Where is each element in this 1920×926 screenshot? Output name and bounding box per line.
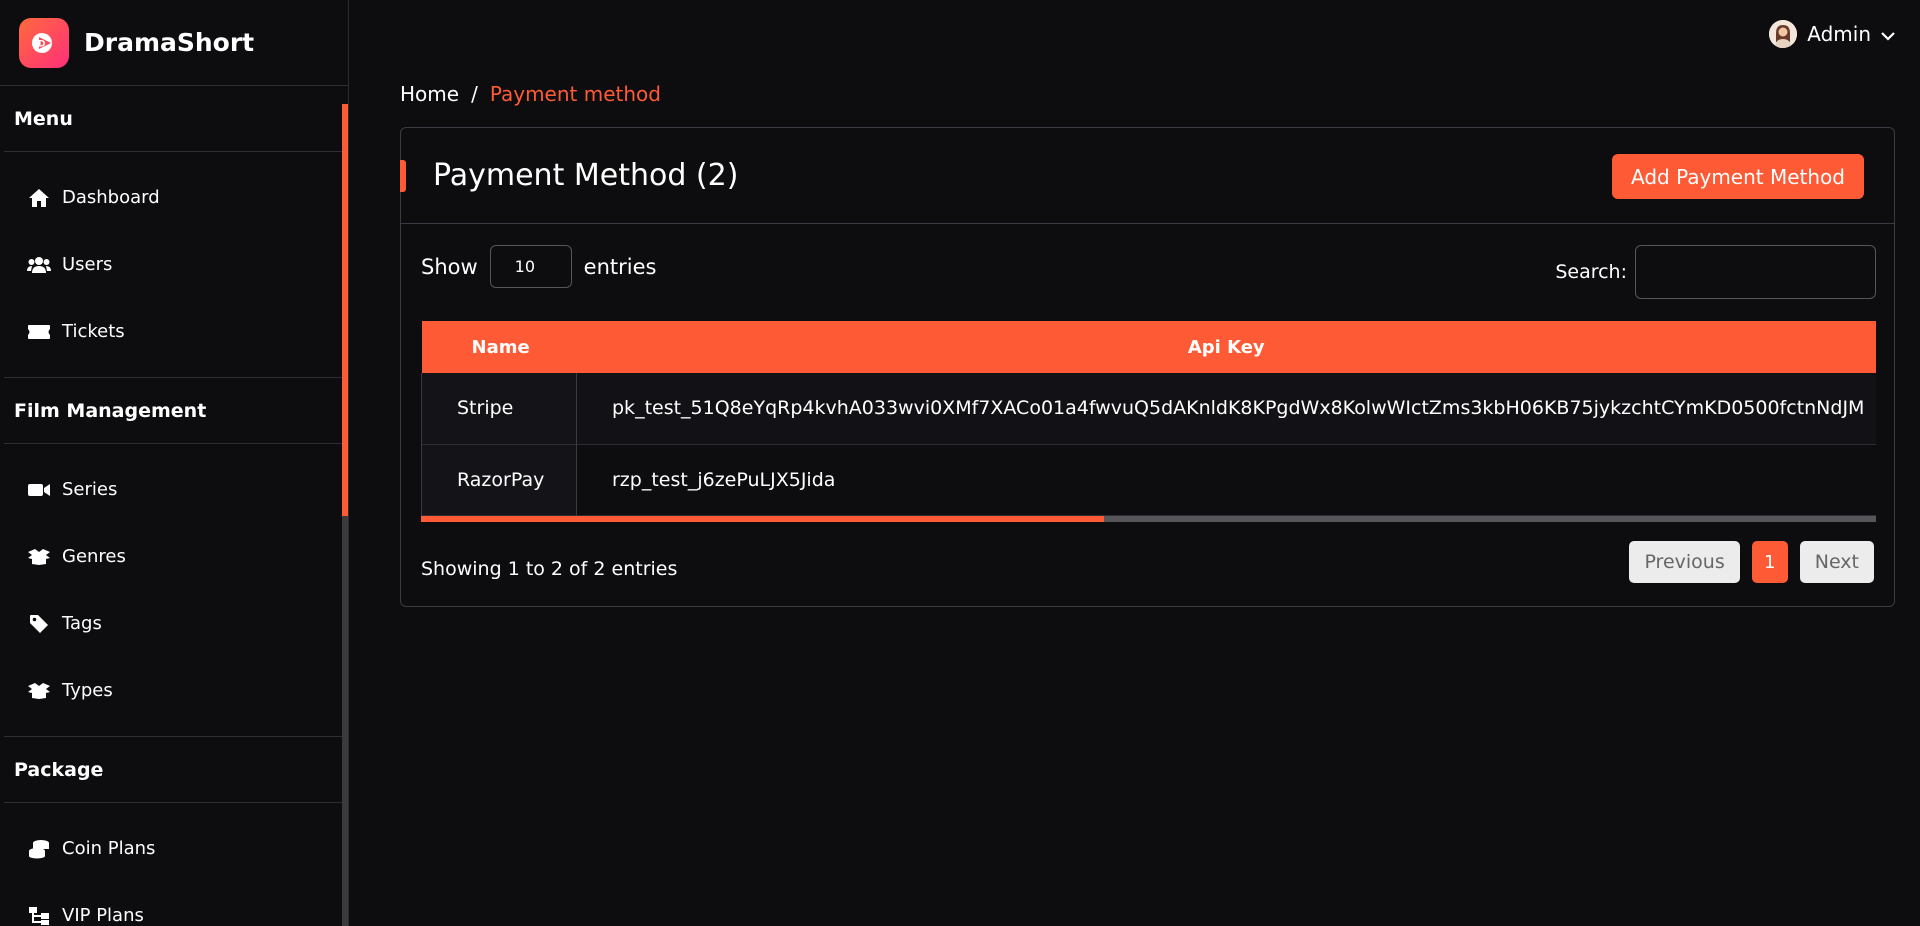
avatar bbox=[1769, 20, 1798, 48]
tag-icon bbox=[26, 613, 52, 635]
nav-group-menu: Dashboard Users Tickets bbox=[4, 152, 344, 378]
sidebar-scrollbar-thumb[interactable] bbox=[342, 104, 348, 516]
sidebar-item-label: VIP Plans bbox=[62, 905, 144, 926]
nav-section-film-management: Film Management bbox=[4, 378, 344, 444]
sidebar-item-users[interactable]: Users bbox=[4, 231, 344, 298]
breadcrumb-home[interactable]: Home bbox=[400, 82, 459, 106]
sidebar-item-tickets[interactable]: Tickets bbox=[4, 298, 344, 365]
box-icon bbox=[26, 546, 52, 568]
card-header: Payment Method (2) Add Payment Method bbox=[400, 128, 1894, 224]
payment-method-card: Payment Method (2) Add Payment Method Sh… bbox=[400, 127, 1895, 607]
sidebar-item-label: Tags bbox=[62, 613, 102, 634]
breadcrumb-separator: / bbox=[471, 82, 478, 106]
brand[interactable]: D DramaShort bbox=[0, 0, 348, 86]
sidebar-item-series[interactable]: Series bbox=[4, 456, 344, 523]
search-input[interactable] bbox=[1635, 245, 1876, 299]
user-name: Admin bbox=[1807, 22, 1871, 46]
sidebar-item-tags[interactable]: Tags bbox=[4, 590, 344, 657]
sidebar-item-label: Coin Plans bbox=[62, 838, 156, 859]
home-icon bbox=[26, 187, 52, 209]
nav-section-package: Package bbox=[4, 737, 344, 803]
show-label: Show bbox=[421, 254, 478, 279]
page-title: Payment Method (2) bbox=[433, 158, 739, 193]
sidebar-item-label: Users bbox=[62, 254, 113, 275]
next-page-button[interactable]: Next bbox=[1799, 541, 1874, 583]
nav-group-package: Coin Plans VIP Plans bbox=[4, 803, 344, 926]
sidebar-item-label: Tickets bbox=[62, 321, 125, 342]
sidebar-item-genres[interactable]: Genres bbox=[4, 523, 344, 590]
table-controls: Show 10 entries Search: bbox=[421, 245, 1876, 305]
nav-group-film: Series Genres Tags Types bbox=[4, 444, 344, 737]
ticket-icon bbox=[26, 321, 52, 343]
sidebar-item-types[interactable]: Types bbox=[4, 657, 344, 724]
cell-api-key: pk_test_51Q8eYqRp4kvhA033wvi0XMf7XACo01a… bbox=[576, 373, 1876, 444]
entries-label: entries bbox=[583, 254, 657, 279]
svg-text:D: D bbox=[38, 39, 45, 49]
breadcrumb-current: Payment method bbox=[489, 82, 661, 106]
coins-icon bbox=[26, 838, 52, 860]
title-marker bbox=[400, 160, 406, 192]
table-row[interactable]: Stripe pk_test_51Q8eYqRp4kvhA033wvi0XMf7… bbox=[421, 373, 1876, 444]
sidebar-item-coin-plans[interactable]: Coin Plans bbox=[4, 815, 344, 882]
table-info: Showing 1 to 2 of 2 entries bbox=[421, 558, 678, 580]
table-scrollbar-thumb[interactable] bbox=[421, 516, 1104, 522]
previous-page-button[interactable]: Previous bbox=[1629, 541, 1740, 583]
search-label: Search: bbox=[1555, 261, 1627, 283]
page-number-button[interactable]: 1 bbox=[1751, 541, 1788, 583]
chevron-down-icon bbox=[1881, 22, 1895, 46]
pagination: Previous 1 Next bbox=[1629, 541, 1874, 583]
search-control: Search: bbox=[1555, 245, 1876, 299]
column-header-api-key[interactable]: Api Key bbox=[577, 321, 1877, 373]
payment-method-table: Name Api Key Stripe pk_test_51Q8eYqRp4kv… bbox=[421, 321, 1876, 516]
play-icon: D bbox=[19, 17, 69, 68]
cell-name: RazorPay bbox=[421, 444, 577, 515]
box-icon bbox=[26, 680, 52, 702]
sidebar-item-label: Series bbox=[62, 479, 118, 500]
sidebar-item-label: Types bbox=[62, 680, 113, 701]
sidebar-item-dashboard[interactable]: Dashboard bbox=[4, 164, 344, 231]
network-icon bbox=[26, 905, 52, 926]
users-icon bbox=[26, 254, 52, 276]
cell-api-key: rzp_test_j6zePuLJX5Jida bbox=[612, 468, 836, 491]
breadcrumb: Home / Payment method bbox=[400, 82, 661, 106]
table-header-row: Name Api Key bbox=[421, 321, 1877, 373]
sidebar-item-vip-plans[interactable]: VIP Plans bbox=[4, 882, 344, 926]
brand-name: DramaShort bbox=[84, 28, 255, 57]
video-icon bbox=[26, 479, 52, 501]
nav-section-menu: Menu bbox=[4, 86, 344, 152]
table-row[interactable]: RazorPay rzp_test_j6zePuLJX5Jida bbox=[421, 444, 1876, 515]
cell-name: Stripe bbox=[421, 373, 577, 444]
sidebar-item-label: Dashboard bbox=[62, 187, 160, 208]
page-size-select[interactable]: 10 bbox=[489, 245, 572, 288]
column-header-name[interactable]: Name bbox=[422, 321, 577, 373]
user-menu[interactable]: Admin bbox=[1769, 20, 1895, 48]
sidebar-item-label: Genres bbox=[62, 546, 126, 567]
add-payment-method-button[interactable]: Add Payment Method bbox=[1611, 154, 1864, 199]
sidebar: D DramaShort Menu Dashboard Users Ticket… bbox=[0, 0, 349, 926]
